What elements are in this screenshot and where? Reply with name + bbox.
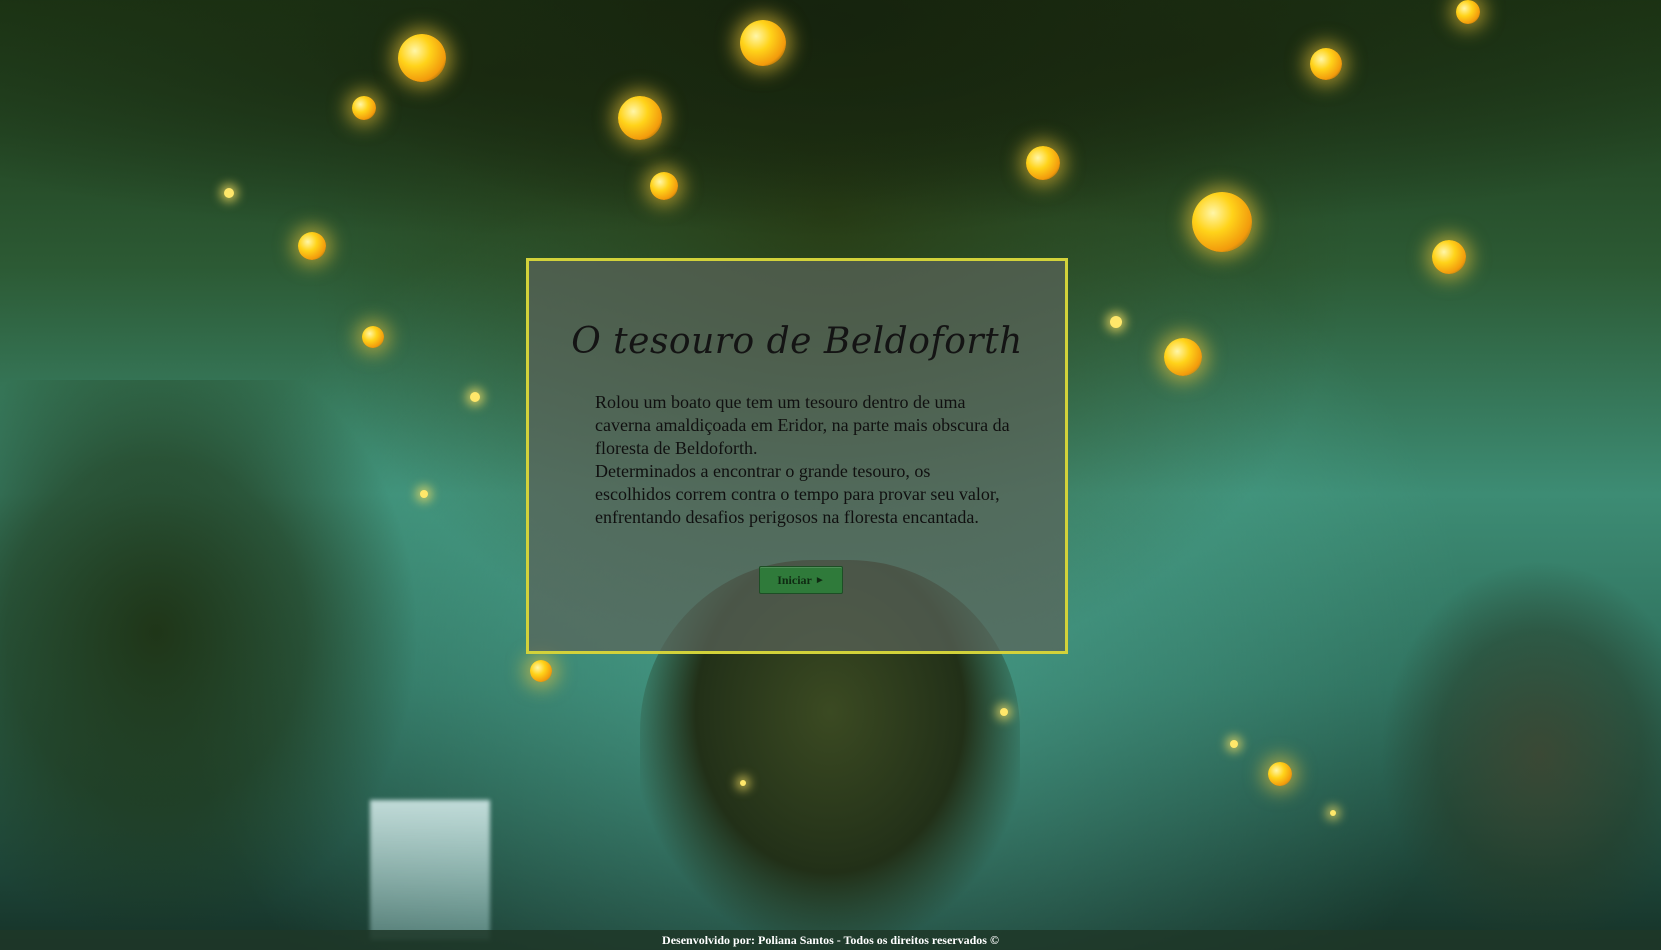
intro-panel: O tesouro de Beldoforth Rolou um boato q…: [526, 258, 1068, 654]
footer: Desenvolvido por: Poliana Santos - Todos…: [0, 930, 1661, 950]
glowing-orb: [1268, 762, 1292, 786]
left-foliage: [0, 380, 420, 940]
glowing-orb: [1164, 338, 1202, 376]
glowing-orb: [1192, 192, 1252, 252]
glowing-orb: [1310, 48, 1342, 80]
glowing-orb: [740, 20, 786, 66]
firefly: [740, 780, 746, 786]
glowing-orb: [1432, 240, 1466, 274]
firefly: [224, 188, 234, 198]
firefly: [1110, 316, 1122, 328]
right-rock: [1380, 560, 1661, 950]
glowing-orb: [298, 232, 326, 260]
firefly: [1330, 810, 1336, 816]
play-arrow-icon: ►: [814, 574, 825, 586]
glowing-orb: [398, 34, 446, 82]
firefly: [1000, 708, 1008, 716]
page-title: O tesouro de Beldoforth: [571, 321, 1023, 362]
glowing-orb: [352, 96, 376, 120]
glowing-orb: [362, 326, 384, 348]
story-paragraph-2: Determinados a encontrar o grande tesour…: [595, 461, 1000, 527]
story-paragraph-1: Rolou um boato que tem um tesouro dentro…: [595, 392, 1010, 458]
glowing-orb: [650, 172, 678, 200]
firefly: [420, 490, 428, 498]
footer-credits: Desenvolvido por: Poliana Santos - Todos…: [662, 933, 999, 947]
glowing-orb: [1026, 146, 1060, 180]
glowing-orb: [1456, 0, 1480, 24]
story-text: Rolou um boato que tem um tesouro dentro…: [595, 391, 1010, 529]
start-button-label: Iniciar: [777, 572, 812, 587]
start-button[interactable]: Iniciar ►: [759, 566, 843, 594]
glowing-orb: [530, 660, 552, 682]
firefly: [1230, 740, 1238, 748]
firefly: [470, 392, 480, 402]
waterfall: [370, 800, 490, 940]
glowing-orb: [618, 96, 662, 140]
